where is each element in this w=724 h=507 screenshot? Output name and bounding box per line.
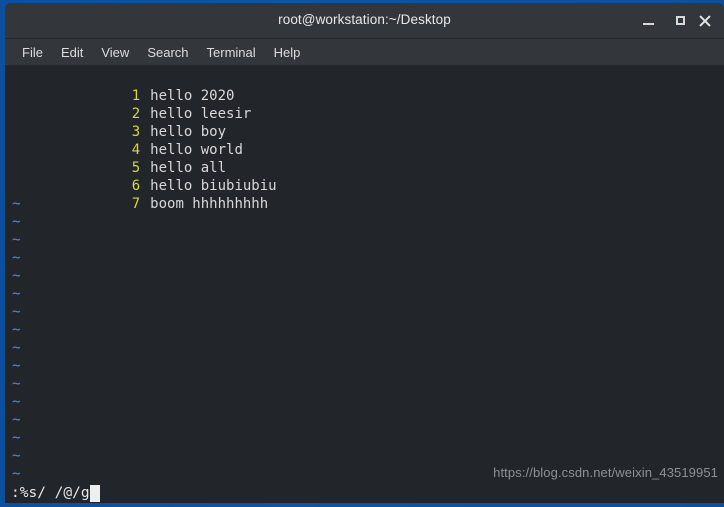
empty-line-marker: ~ [12, 412, 21, 428]
empty-line-marker: ~ [12, 250, 21, 266]
buffer-line: 1 hello 2020 [5, 69, 724, 104]
line-number: 1 [131, 88, 141, 104]
window-controls [632, 3, 724, 38]
empty-line-marker: ~ [12, 304, 21, 320]
line-text: hello boy [150, 124, 227, 140]
titlebar[interactable]: root@workstation:~/Desktop [5, 3, 724, 39]
menu-item-file[interactable]: File [13, 43, 52, 62]
watermark: https://blog.csdn.net/weixin_43519951 [493, 465, 718, 480]
empty-line-marker: ~ [12, 232, 21, 248]
menu-item-view[interactable]: View [92, 43, 138, 62]
text-cursor [89, 484, 100, 502]
line-number: 4 [131, 142, 141, 158]
empty-line-marker: ~ [12, 214, 21, 230]
terminal-window-frame: root@workstation:~/Desktop File Edit Vie… [0, 0, 724, 507]
line-text: hello biubiubiu [150, 178, 277, 194]
desktop-background: root@workstation:~/Desktop File Edit Vie… [0, 0, 724, 507]
empty-line-markers: ~ ~ ~ ~ ~ ~ ~ ~ ~ ~ ~ ~ ~ ~ ~ ~ [5, 195, 724, 483]
command-text: :%s/ /@/g [11, 485, 90, 501]
line-text: hello all [150, 160, 227, 176]
close-icon [698, 15, 710, 27]
empty-line-marker: ~ [12, 394, 21, 410]
empty-line-marker: ~ [12, 358, 21, 374]
menu-item-edit[interactable]: Edit [52, 43, 92, 62]
menubar: File Edit View Search Terminal Help [5, 39, 724, 66]
menu-item-search[interactable]: Search [138, 43, 197, 62]
window-title: root@workstation:~/Desktop [278, 12, 451, 27]
minimize-button[interactable] [632, 3, 664, 38]
empty-line-marker: ~ [12, 448, 21, 464]
empty-line-marker: ~ [12, 340, 21, 356]
close-button[interactable] [696, 3, 724, 38]
line-number: 7 [131, 196, 141, 212]
empty-line-marker: ~ [12, 322, 21, 338]
terminal-body[interactable]: 1 hello 2020 2 hello leesir 3 hello boy 4 he… [5, 66, 724, 503]
line-text: hello world [150, 142, 243, 158]
line-text: boom hhhhhhhhh [150, 196, 269, 212]
empty-line-marker: ~ [12, 268, 21, 284]
command-line[interactable]: :%s/ /@/g [5, 482, 724, 503]
menu-item-terminal[interactable]: Terminal [198, 43, 265, 62]
line-text: hello 2020 [150, 88, 235, 104]
maximize-button[interactable] [664, 3, 696, 38]
empty-line-marker: ~ [12, 430, 21, 446]
vim-buffer: 1 hello 2020 2 hello leesir 3 hello boy 4 he… [5, 69, 724, 483]
line-number: 3 [131, 124, 141, 140]
line-number: 2 [131, 106, 141, 122]
empty-line-marker: ~ [12, 376, 21, 392]
line-text: hello leesir [150, 106, 252, 122]
menu-item-help[interactable]: Help [265, 43, 310, 62]
line-number: 5 [131, 160, 141, 176]
empty-line-marker: ~ [12, 286, 21, 302]
line-number: 6 [131, 178, 141, 194]
terminal-window: root@workstation:~/Desktop File Edit Vie… [5, 3, 724, 503]
minimize-icon [642, 22, 654, 25]
maximize-icon [675, 16, 685, 25]
